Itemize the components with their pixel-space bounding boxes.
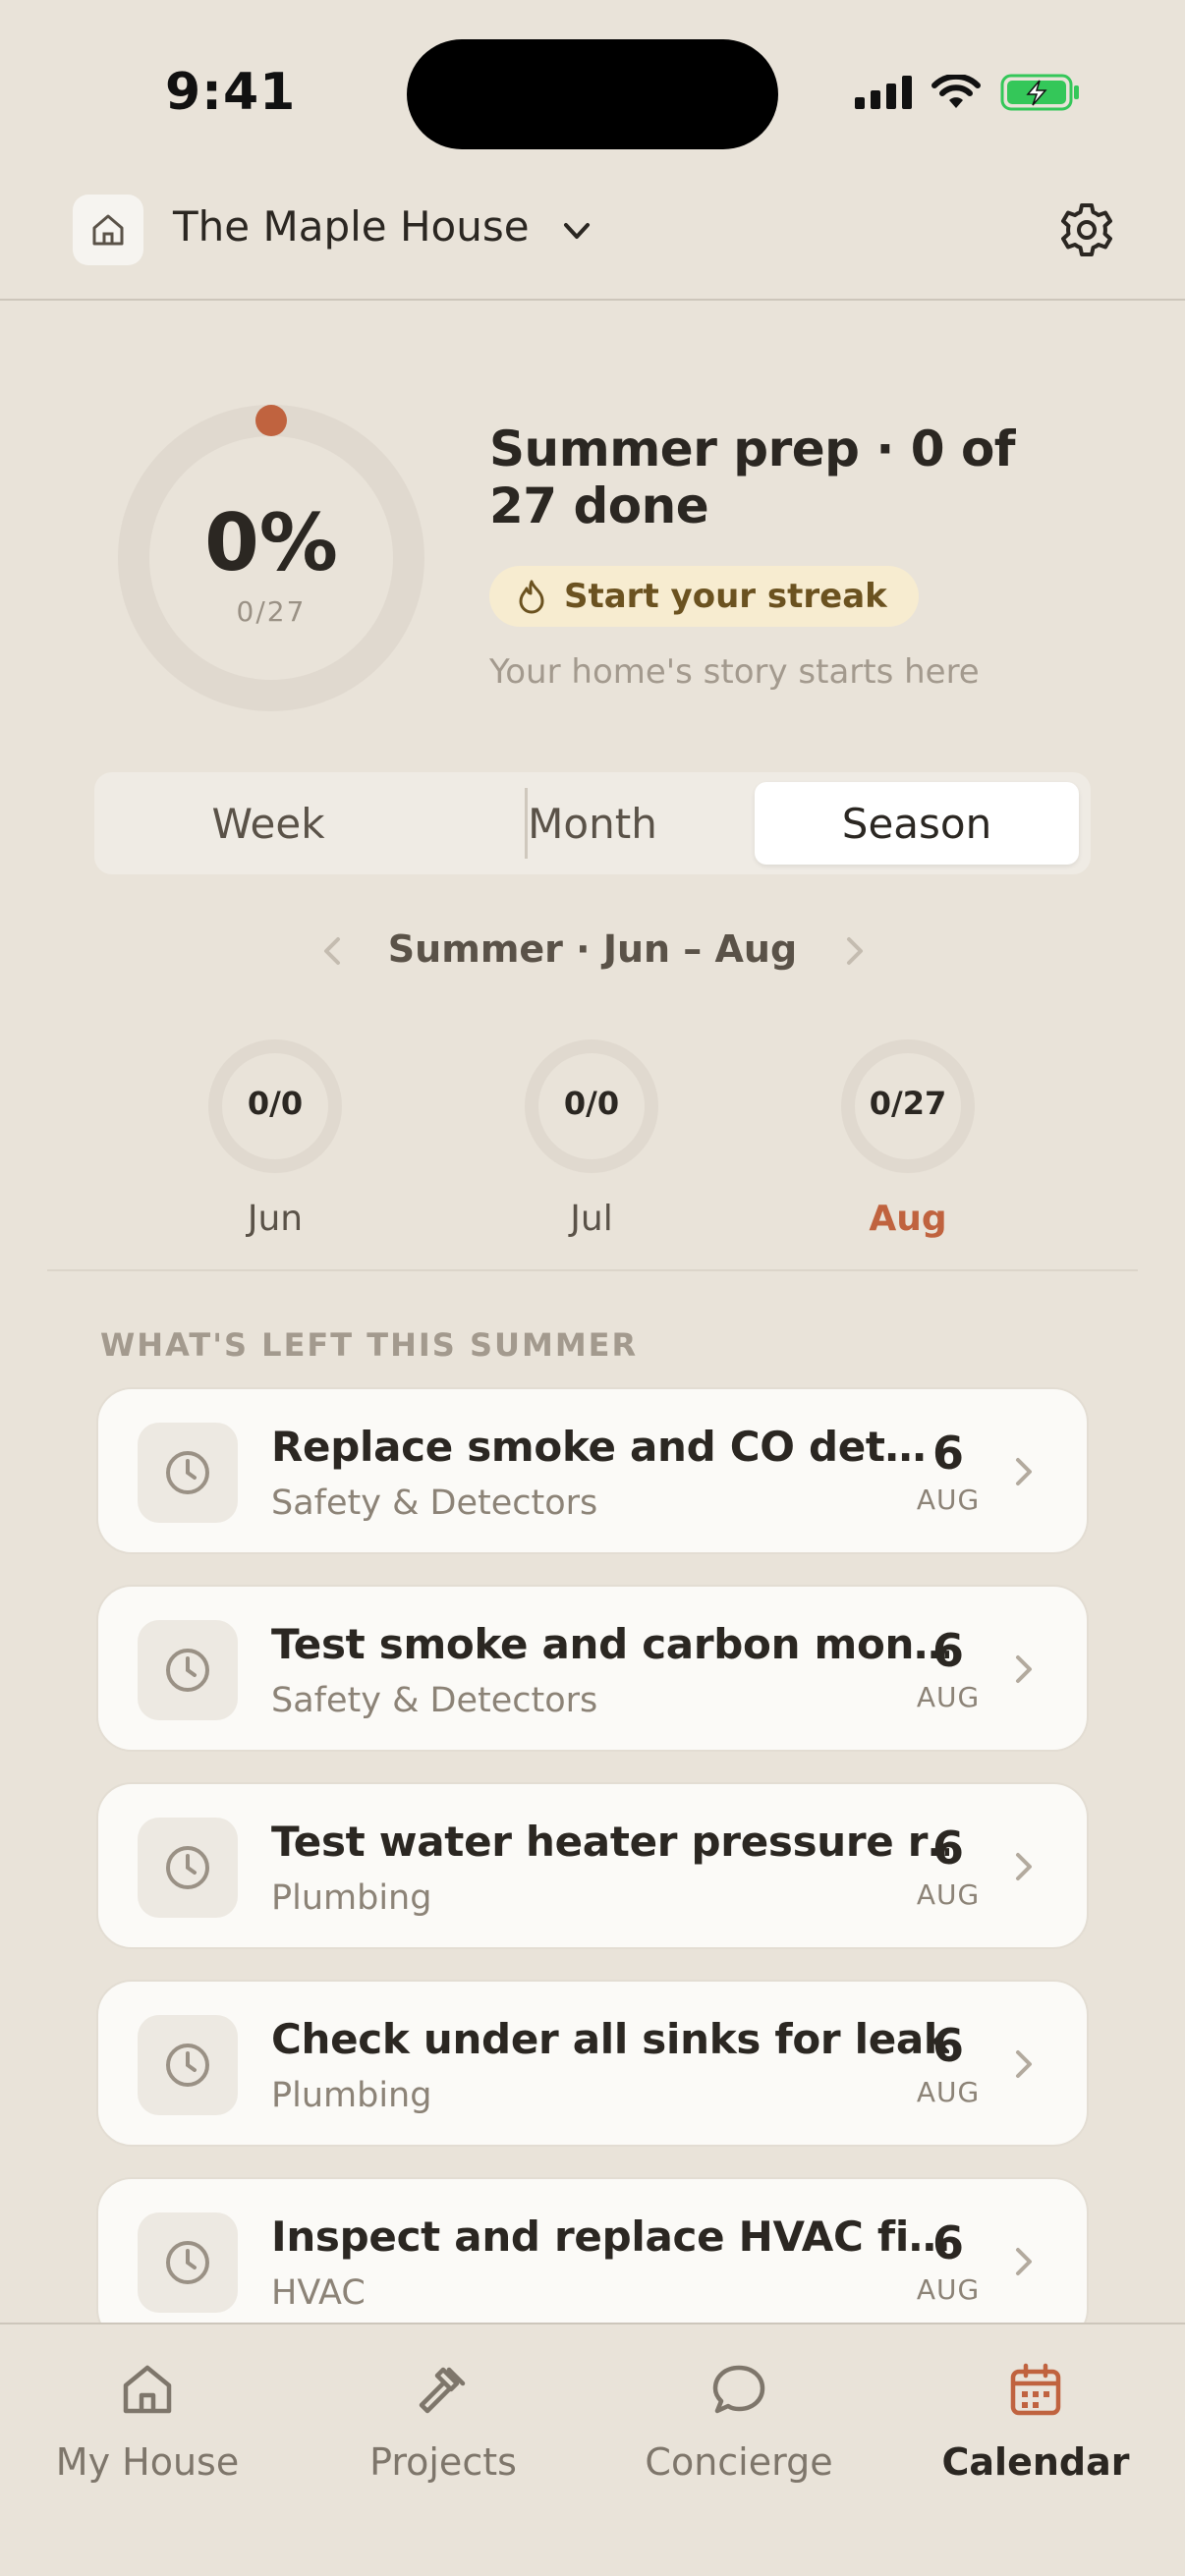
task-due-day: 6 — [931, 2019, 964, 2072]
month-label: Aug — [869, 1199, 947, 1239]
tab-my-house[interactable]: My House — [20, 2358, 275, 2484]
clock-icon — [138, 2015, 238, 2115]
month-count: 0/27 — [869, 1085, 947, 1122]
month-ring: 0/27 — [839, 1037, 977, 1175]
signal-icon — [855, 76, 912, 109]
segment-month[interactable]: Month — [430, 782, 755, 865]
clock-icon — [138, 1818, 238, 1918]
streak-badge[interactable]: Start your streak — [489, 566, 919, 627]
house-icon — [92, 214, 124, 246]
task-category: Plumbing — [271, 1878, 432, 1918]
house-switcher-icon[interactable] — [73, 195, 143, 265]
settings-button[interactable] — [1057, 200, 1116, 259]
chat-bubble-icon — [712, 2365, 765, 2414]
progress-ring-indicator — [255, 405, 287, 436]
month-count: 0/0 — [563, 1085, 620, 1122]
task-card[interactable]: Check under all sinks for leaks Plumbing… — [96, 1980, 1089, 2147]
chevron-left-icon[interactable] — [316, 931, 350, 971]
clock-icon — [138, 1423, 238, 1523]
progress-count: 0/27 — [236, 595, 307, 628]
month-jul[interactable]: 0/0 Jul — [523, 1037, 660, 1239]
task-due-day: 6 — [931, 1624, 964, 1677]
task-title: Check under all sinks for leaks — [271, 2015, 949, 2063]
task-due-month: AUG — [916, 2273, 981, 2306]
dynamic-island — [407, 39, 778, 149]
gear-icon — [1061, 203, 1112, 256]
bottom-tab-bar: My House Projects Concierge Calendar — [0, 2323, 1185, 2576]
task-card[interactable]: Inspect and replace HVAC fi… HVAC 6 AUG — [96, 2177, 1089, 2344]
task-title: Test smoke and carbon mon… — [271, 1620, 949, 1668]
streak-label: Start your streak — [564, 577, 887, 616]
app-header: The Maple House — [0, 177, 1185, 301]
tab-label: Concierge — [645, 2440, 833, 2484]
chevron-right-icon — [1016, 1458, 1032, 1485]
tab-label: Projects — [369, 2440, 517, 2484]
house-icon — [123, 2365, 172, 2414]
status-bar: 9:41 — [0, 0, 1185, 177]
month-label: Jul — [570, 1199, 613, 1239]
tab-label: My House — [55, 2440, 240, 2484]
segment-season[interactable]: Season — [755, 782, 1079, 865]
month-count: 0/0 — [247, 1085, 304, 1122]
section-divider — [47, 1269, 1138, 1271]
chevron-right-icon — [1016, 2248, 1032, 2275]
status-icons — [855, 73, 1081, 112]
hammer-icon — [419, 2367, 466, 2414]
task-category: Plumbing — [271, 2076, 432, 2115]
task-card[interactable]: Test smoke and carbon mon… Safety & Dete… — [96, 1585, 1089, 1752]
tab-projects[interactable]: Projects — [315, 2358, 571, 2484]
section-title: WHAT'S LEFT THIS SUMMER — [100, 1326, 639, 1364]
summary-title: Summer prep · 0 of 27 done — [489, 420, 1016, 534]
task-due-month: AUG — [916, 1681, 981, 1713]
task-due-month: AUG — [916, 2076, 981, 2108]
task-title: Test water heater pressure r… — [271, 1818, 949, 1866]
chevron-right-icon — [1016, 2050, 1032, 2078]
house-name[interactable]: The Maple House — [173, 202, 530, 251]
task-title: Replace smoke and CO det… — [271, 1423, 927, 1471]
task-card[interactable]: Test water heater pressure r… Plumbing 6… — [96, 1782, 1089, 1949]
summary-subtitle: Your home's story starts here — [489, 652, 980, 692]
tab-concierge[interactable]: Concierge — [611, 2358, 867, 2484]
season-progress-ring: 0% 0/27 — [116, 403, 426, 713]
calendar-icon — [1010, 2363, 1061, 2416]
task-due-day: 6 — [931, 1821, 964, 1875]
tab-calendar[interactable]: Calendar — [908, 2358, 1163, 2484]
task-category: Safety & Detectors — [271, 1484, 598, 1523]
wifi-icon — [931, 75, 981, 108]
task-due-month: AUG — [916, 1484, 981, 1516]
month-ring: 0/0 — [523, 1037, 660, 1175]
flame-icon — [519, 580, 544, 614]
task-card[interactable]: Replace smoke and CO det… Safety & Detec… — [96, 1387, 1089, 1554]
month-label: Jun — [247, 1199, 304, 1239]
task-due-month: AUG — [916, 1878, 981, 1911]
clock-icon — [138, 2212, 238, 2313]
battery-icon — [1000, 74, 1079, 111]
chevron-right-icon — [1016, 1853, 1032, 1880]
task-category: HVAC — [271, 2273, 366, 2313]
chevron-right-icon — [1016, 1655, 1032, 1683]
task-category: Safety & Detectors — [271, 1681, 598, 1720]
period-segmented-control: Week Month Season — [94, 772, 1091, 874]
clock-icon — [138, 1620, 238, 1720]
chevron-right-icon[interactable] — [837, 931, 871, 971]
task-due-day: 6 — [931, 1427, 964, 1480]
month-aug[interactable]: 0/27 Aug — [839, 1037, 977, 1239]
tab-label: Calendar — [941, 2440, 1130, 2484]
month-jun[interactable]: 0/0 Jun — [206, 1037, 344, 1239]
month-ring: 0/0 — [206, 1037, 344, 1175]
status-time: 9:41 — [165, 63, 297, 122]
task-title: Inspect and replace HVAC fi… — [271, 2212, 949, 2261]
progress-percent: 0% — [204, 497, 338, 588]
chevron-down-icon[interactable] — [558, 212, 595, 250]
segment-week[interactable]: Week — [106, 782, 430, 865]
task-due-day: 6 — [931, 2216, 964, 2269]
period-label: Summer · Jun – Aug — [387, 927, 798, 971]
